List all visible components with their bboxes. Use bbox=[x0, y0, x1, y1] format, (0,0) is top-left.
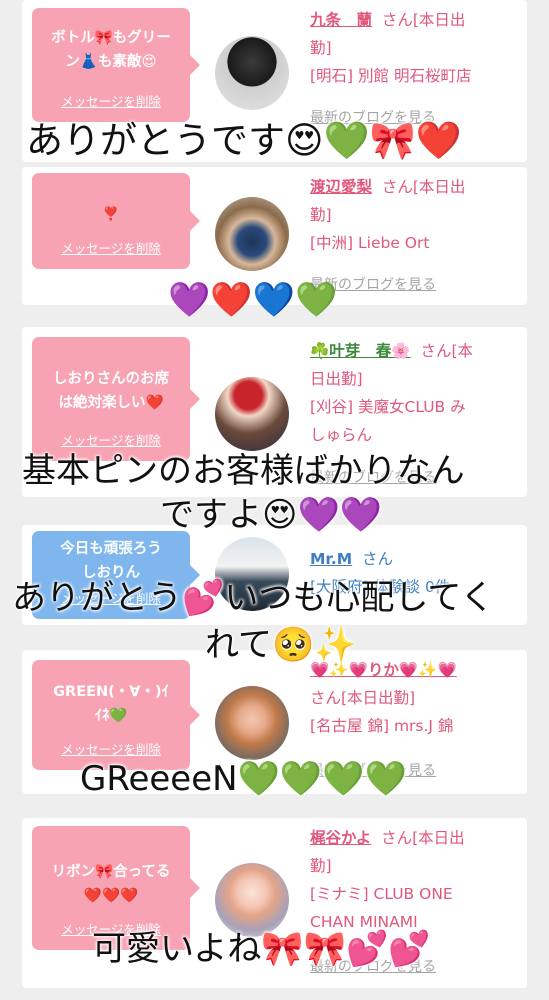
store-name: [刈谷] 美魔女CLUB み bbox=[310, 398, 466, 416]
store-name: [ミナミ] CLUB ONE bbox=[310, 885, 453, 903]
cast-status: 勤] bbox=[310, 206, 332, 224]
avatar[interactable] bbox=[215, 686, 289, 760]
cast-status: 日出勤] bbox=[310, 370, 363, 388]
message-bubble: GREEN(・∀・)ｲ ｲﾈ💚 メッセージを削除 bbox=[32, 660, 200, 770]
message-text: しおりさんのお席 bbox=[53, 371, 169, 387]
cast-name-link[interactable]: 渡辺愛梨 bbox=[310, 178, 372, 196]
avatar[interactable] bbox=[215, 36, 289, 110]
cast-status: さん bbox=[362, 550, 394, 568]
cast-status: 勤] bbox=[310, 39, 332, 57]
message-text: ❤️❤️❤️ bbox=[83, 888, 139, 904]
caption-hearts: 💜❤️💙💚 bbox=[168, 280, 338, 320]
caption-text: ありがとう💕いつも心配してく bbox=[12, 578, 495, 618]
store-name: しゅらん bbox=[310, 426, 373, 444]
caption-text: ありがとうです😍💚🎀❤️ bbox=[26, 119, 462, 162]
message-bubble: ボトル🎀もグリー ン👗も素敵😍 メッセージを削除 bbox=[32, 8, 200, 122]
cast-status: 勤] bbox=[310, 857, 332, 875]
delete-message-link[interactable]: メッセージを削除 bbox=[32, 237, 190, 261]
store-name: [明石] 別館 明石桜町店 bbox=[310, 67, 472, 85]
avatar[interactable] bbox=[215, 197, 289, 271]
message-text: は絶対楽しい❤️ bbox=[58, 395, 164, 411]
message-text: ❣️ bbox=[102, 207, 120, 222]
message-text: ｲﾈ💚 bbox=[94, 708, 128, 724]
cast-name-link[interactable]: ☘️叶芽 春🌸 bbox=[310, 342, 411, 360]
cast-status: さん[本日出勤] bbox=[310, 689, 416, 707]
delete-message-link[interactable]: メッセージを削除 bbox=[32, 90, 190, 114]
cast-name-link[interactable]: Mr.M bbox=[310, 550, 352, 568]
caption-text: GReeeeN💚💚💚💚 bbox=[80, 759, 407, 799]
caption-text: ですよ😍💜💜 bbox=[160, 495, 383, 535]
cast-status: さん[本日出 bbox=[381, 178, 466, 196]
message-bubble: しおりさんのお席 は絶対楽しい❤️ メッセージを削除 bbox=[32, 337, 200, 461]
message-bubble: ❣️ メッセージを削除 bbox=[32, 173, 200, 269]
caption-text: 可愛いよね🎀🎀💕💕 bbox=[92, 929, 431, 969]
cast-name-link[interactable]: 梶谷かよ bbox=[310, 829, 371, 847]
message-text: リボン🎀合ってる bbox=[51, 864, 171, 880]
store-name: [名古屋 錦] mrs.J 錦 bbox=[310, 717, 454, 735]
cast-status: さん[本 bbox=[420, 342, 474, 360]
avatar[interactable] bbox=[215, 377, 289, 451]
message-text: ン👗も素敵😍 bbox=[65, 54, 157, 70]
cast-status: さん[本日出 bbox=[381, 11, 466, 29]
cast-status: さん[本日出 bbox=[381, 829, 465, 847]
cast-name-link[interactable]: 九条 蘭 bbox=[310, 11, 372, 29]
message-text: ボトル🎀もグリー bbox=[51, 30, 171, 46]
store-name: [中洲] Liebe Ort bbox=[310, 234, 430, 252]
caption-text: れて🥺✨ bbox=[205, 625, 357, 665]
message-text: 今日も頑張ろう bbox=[60, 541, 162, 557]
caption-text: 基本ピンのお客様ばかりなん bbox=[22, 451, 465, 491]
message-text: GREEN(・∀・)ｲ bbox=[53, 684, 169, 700]
